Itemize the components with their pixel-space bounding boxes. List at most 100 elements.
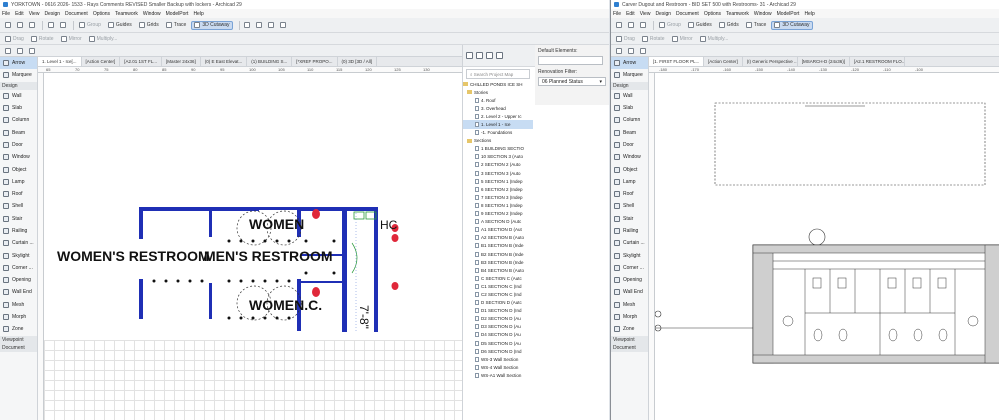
story-item[interactable]: 4. Roof <box>463 96 533 104</box>
menu-teamwork[interactable]: Teamwork <box>115 11 138 17</box>
section-item[interactable]: D1 SECTION D (Ind <box>463 307 533 315</box>
section-item[interactable]: WS-A1 Wall Section <box>463 371 533 379</box>
tool-door[interactable]: Door <box>611 139 648 151</box>
view-tab[interactable]: [1. FIRST FLOOR PL... <box>649 57 704 66</box>
section-item[interactable]: B1 SECTION B (Inde <box>463 242 533 250</box>
section-item[interactable]: A2 SECTION B (Auto <box>463 234 533 242</box>
view-tab[interactable]: (0) E East Elevat... <box>201 57 248 66</box>
section-item[interactable]: D5 SECTION D (Au <box>463 339 533 347</box>
menu-file[interactable]: File <box>2 11 10 17</box>
measure-button[interactable] <box>267 21 276 30</box>
viewpoint-section-header[interactable]: Viewpoint <box>611 335 648 344</box>
section-item[interactable]: C SECTION C (Autc <box>463 274 533 282</box>
dashed-boundary[interactable] <box>714 102 986 186</box>
tool-roof[interactable]: Roof <box>611 188 648 200</box>
view-tab[interactable]: [Action Center] <box>704 57 743 66</box>
story-item[interactable]: 1. Level 1 - Ice <box>463 120 533 129</box>
drag-button[interactable]: Drag <box>3 34 26 43</box>
menu-document[interactable]: Document <box>65 11 88 17</box>
masonry-wall-top[interactable] <box>752 244 999 254</box>
tool-zone[interactable]: Zone <box>611 323 648 335</box>
section-item[interactable]: D6 SECTION D (Ind <box>463 347 533 355</box>
menu-modelport[interactable]: ModelPort <box>777 11 800 17</box>
project-root[interactable]: CHILLED PONDS ICE SH <box>463 80 533 88</box>
tool-mesh[interactable]: Mesh <box>0 299 37 311</box>
masonry-wall-left[interactable] <box>752 244 774 364</box>
tool-curtain[interactable]: Curtain ... <box>611 237 648 249</box>
3d-cutaway-button[interactable]: 3D Cutaway <box>191 20 233 30</box>
elevation-marker[interactable] <box>655 310 662 318</box>
tool-morph[interactable]: Morph <box>611 311 648 323</box>
tool-wall[interactable]: Wall <box>0 90 37 102</box>
tool-column[interactable]: Column <box>0 114 37 126</box>
section-item[interactable]: A1 SECTION D (Aut <box>463 226 533 234</box>
tool-roof[interactable]: Roof <box>0 188 37 200</box>
section-item[interactable]: 10 SECTION 3 (Auto <box>463 153 533 161</box>
view-tab[interactable]: [A2.1 RESTROOM FLO... <box>850 57 906 66</box>
section-item[interactable]: D4 SECTION D (Au <box>463 331 533 339</box>
tool-column[interactable]: Column <box>611 114 648 126</box>
tool-marquee[interactable]: Marquee <box>0 69 37 81</box>
masonry-wall-bottom[interactable] <box>752 354 999 364</box>
tool-arrow[interactable]: Arrow <box>611 57 648 70</box>
quick-selection-button[interactable] <box>15 46 24 55</box>
menu-window[interactable]: Window <box>143 11 161 17</box>
multiply-button[interactable]: Multiply... <box>87 34 120 43</box>
default-elements-field[interactable] <box>538 56 603 65</box>
menu-design[interactable]: Design <box>44 11 60 17</box>
tool-shell[interactable]: Shell <box>0 200 37 212</box>
redo-button[interactable] <box>58 21 67 30</box>
menu-view[interactable]: View <box>640 11 651 17</box>
label-women-c[interactable]: WOMEN.C. <box>249 297 322 313</box>
tool-slab[interactable]: Slab <box>611 102 648 114</box>
stories-folder[interactable]: Stories <box>463 88 533 96</box>
save-button[interactable] <box>27 21 36 30</box>
grids-button[interactable]: Grids <box>137 21 161 30</box>
tool-object[interactable]: Object <box>0 163 37 175</box>
publisher-icon[interactable] <box>496 52 503 59</box>
view-tab[interactable]: [MSARCH-D (24x36)] <box>798 57 851 66</box>
section-item[interactable]: B3 SECTION B (Inde <box>463 258 533 266</box>
menu-options[interactable]: Options <box>704 11 721 17</box>
design-section-header[interactable]: Design <box>611 81 648 90</box>
sections-folder[interactable]: Sections <box>463 137 533 145</box>
section-item[interactable]: 3 SECTION 3 (Auto <box>463 169 533 177</box>
tool-curtain[interactable]: Curtain ... <box>0 237 37 249</box>
floor-plan-canvas[interactable] <box>655 73 999 420</box>
section-item[interactable]: C2 SECTION C (Ind <box>463 290 533 298</box>
view-map-icon[interactable] <box>476 52 483 59</box>
view-tab[interactable]: 1. Level 1 - Ice[... <box>38 57 82 66</box>
tool-arrow[interactable]: Arrow <box>0 57 37 70</box>
label-women[interactable]: WOMEN <box>249 216 304 232</box>
section-item[interactable]: 5 SECTION 1 (Indep <box>463 177 533 185</box>
wall-partition-b[interactable] <box>209 283 212 319</box>
grids-button[interactable]: Grids <box>717 21 741 30</box>
label-womens-restroom[interactable]: WOMEN'S RESTROOM <box>57 248 210 264</box>
document-section-header[interactable]: Document <box>0 343 37 352</box>
open-button[interactable] <box>15 21 24 30</box>
wall-top-right[interactable] <box>299 207 374 211</box>
wall-partition-a[interactable] <box>209 207 212 237</box>
tool-lamp[interactable]: Lamp <box>0 176 37 188</box>
drag-button[interactable]: Drag <box>614 34 637 43</box>
story-item[interactable]: -1. Foundations <box>463 129 533 137</box>
section-item[interactable]: WS-3 Wall Section <box>463 355 533 363</box>
masonry-wall-right[interactable] <box>984 244 999 364</box>
trace-button[interactable]: Trace <box>164 21 189 30</box>
tool-wall[interactable]: Wall <box>611 90 648 102</box>
select-arrow-button[interactable] <box>614 46 623 55</box>
viewpoint-section-header[interactable]: Viewpoint <box>0 335 37 344</box>
rotate-button[interactable]: Rotate <box>640 34 667 43</box>
dimension-label[interactable]: 7'-8" <box>357 305 371 329</box>
3d-cutaway-button[interactable]: 3D Cutaway <box>771 20 813 30</box>
renovation-filter-select[interactable]: 06 Planned Status <box>538 77 606 86</box>
menu-modelport[interactable]: ModelPort <box>166 11 189 17</box>
magic-wand-button[interactable] <box>255 21 264 30</box>
guides-button[interactable]: Guides <box>686 21 714 30</box>
tool-opening[interactable]: Opening <box>611 274 648 286</box>
tool-slab[interactable]: Slab <box>0 102 37 114</box>
tool-skylight[interactable]: Skylight <box>0 249 37 261</box>
tool-railing[interactable]: Railing <box>611 225 648 237</box>
project-map-search[interactable]: ⌕ Search Project Map <box>466 69 530 79</box>
grid-bubble[interactable] <box>808 228 826 246</box>
